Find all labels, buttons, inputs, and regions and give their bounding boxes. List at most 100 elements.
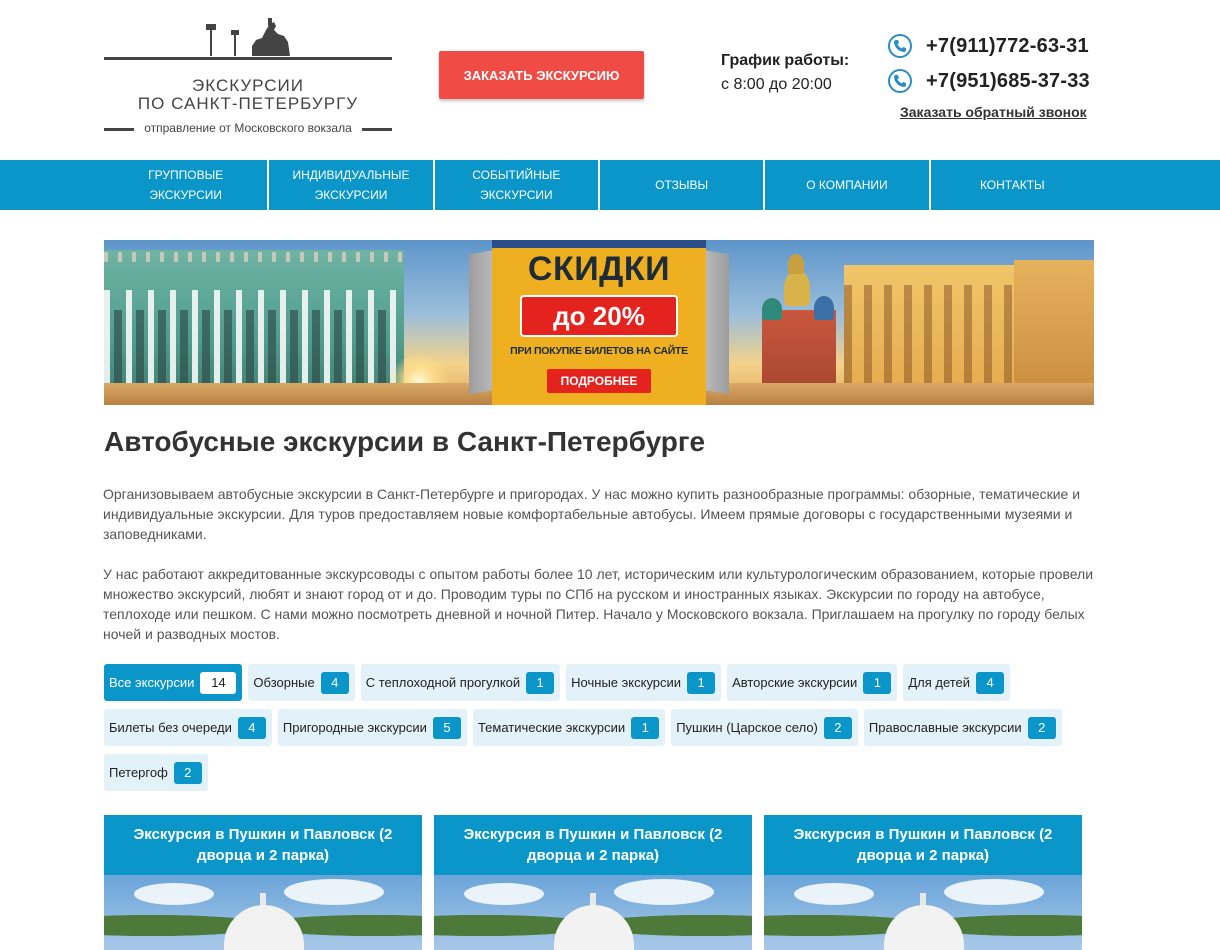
site-logo[interactable]: ЭКСКУРСИИ ПО САНКТ-ПЕТЕРБУРГУ отправлени… [104, 14, 392, 135]
church-dome [788, 254, 804, 274]
filter-chip-orthodox[interactable]: Православные экскурсии 2 [863, 709, 1062, 746]
filter-label: Православные экскурсии [868, 720, 1022, 735]
filter-label: Для детей [908, 675, 971, 690]
excursion-card[interactable]: Экскурсия в Пушкин и Павловск (2 дворца … [764, 815, 1082, 950]
filter-chip-kids[interactable]: Для детей 4 [903, 664, 1011, 701]
card-title[interactable]: Экскурсия в Пушкин и Павловск (2 дворца … [434, 815, 752, 875]
filter-chip-skip-line[interactable]: Билеты без очереди 4 [104, 709, 272, 746]
card-image[interactable] [764, 875, 1082, 950]
filter-chip-author[interactable]: Авторские экскурсии 1 [727, 664, 898, 701]
nav-label: ЭКСКУРСИИ [314, 188, 388, 202]
excursion-card[interactable]: Экскурсия в Пушкин и Павловск (2 дворца … [434, 815, 752, 950]
filter-label: Пушкин (Царское село) [676, 720, 818, 735]
card-image-pavilion [224, 905, 304, 950]
nav-label: ОТЗЫВЫ [655, 178, 709, 192]
nav-item-contacts[interactable]: КОНТАКТЫ [931, 160, 1094, 210]
filter-count-badge: 1 [526, 671, 555, 694]
card-image-cloud [134, 883, 214, 905]
church-dome [814, 296, 834, 320]
excursion-filters: Все экскурсии 14 Обзорные 4 С теплоходно… [104, 664, 1096, 799]
filter-label: Пригородные экскурсии [282, 720, 427, 735]
intro-paragraph: Организовываем автобусные экскурсии в Са… [103, 486, 1081, 542]
card-image-pavilion [884, 905, 964, 950]
card-image-cloud [284, 879, 384, 905]
filter-count-badge: 1 [687, 671, 716, 694]
filter-count-badge: 2 [823, 716, 852, 739]
card-image-cloud [614, 879, 714, 905]
filter-label: Тематические экскурсии [477, 720, 626, 735]
main-nav: ГРУППОВЫЕ ЭКСКУРСИИ ИНДИВИДУАЛЬНЫЕ ЭКСКУРС… [0, 160, 1220, 210]
filter-count-badge: 2 [1027, 716, 1056, 739]
card-title[interactable]: Экскурсия в Пушкин и Павловск (2 дворца … [764, 815, 1082, 875]
promo-title: СКИДКИ [527, 250, 671, 288]
filter-chip-night[interactable]: Ночные экскурсии 1 [566, 664, 722, 701]
promo-panel-top [492, 240, 706, 248]
filter-chip-overview[interactable]: Обзорные 4 [248, 664, 355, 701]
filter-label: Все экскурсии [109, 675, 195, 690]
excursion-card[interactable]: Экскурсия в Пушкин и Павловск (2 дворца … [104, 815, 422, 950]
logo-subtitle: отправление от Московского вокзала [144, 121, 352, 135]
filter-label: Билеты без очереди [109, 720, 232, 735]
card-image[interactable] [434, 875, 752, 950]
phone-row[interactable]: +7(911)772-63-31 [888, 32, 1098, 60]
banner-palace-image [104, 250, 404, 405]
promo-note: ПРИ ПОКУПКЕ БИЛЕТОВ НА САЙТЕ [510, 345, 688, 357]
phone-number[interactable]: +7(911)772-63-31 [926, 35, 1089, 58]
excursion-cards: Экскурсия в Пушкин и Павловск (2 дворца … [104, 815, 1094, 950]
filter-chip-boat[interactable]: С теплоходной прогулкой 1 [360, 664, 561, 701]
nav-items: ГРУППОВЫЕ ЭКСКУРСИИ ИНДИВИДУАЛЬНЫЕ ЭКСКУРС… [104, 160, 1094, 210]
schedule-title: График работы: [721, 52, 850, 69]
filter-label: С теплоходной прогулкой [365, 675, 521, 690]
filter-count-badge: 1 [863, 671, 892, 694]
filter-count-badge: 4 [237, 716, 266, 739]
nav-label: ГРУППОВЫЕ [148, 168, 224, 182]
filter-count-badge: 4 [976, 671, 1005, 694]
filter-row: Билеты без очереди 4 Пригородные экскурс… [104, 709, 1096, 746]
filter-count-badge: 5 [432, 716, 461, 739]
banner-church-image [754, 250, 844, 405]
filter-label: Петергоф [109, 765, 168, 780]
church-dome [784, 270, 810, 306]
filter-chip-thematic[interactable]: Тематические экскурсии 1 [472, 709, 666, 746]
card-image-pavilion [554, 905, 634, 950]
nav-label: ИНДИВИДУАЛЬНЫЕ [292, 168, 410, 182]
intro-paragraph: У нас работают аккредитованные экскурсов… [103, 566, 1094, 642]
filter-chip-pushkin[interactable]: Пушкин (Царское село) 2 [671, 709, 858, 746]
page-title: Автобусные экскурсии в Санкт-Петербурге [104, 426, 706, 457]
nav-label: ЭКСКУРСИИ [479, 188, 553, 202]
card-title[interactable]: Экскурсия в Пушкин и Павловск (2 дворца … [104, 815, 422, 875]
nav-label: ЭКСКУРСИИ [149, 188, 222, 202]
nav-item-group-excursions[interactable]: ГРУППОВЫЕ ЭКСКУРСИИ [104, 160, 270, 210]
logo-title-line2: ПО САНКТ-ПЕТЕРБУРГУ [137, 94, 359, 113]
logo-divider [104, 57, 392, 60]
promo-more-button[interactable]: ПОДРОБНЕЕ [547, 369, 651, 393]
nav-item-reviews[interactable]: ОТЗЫВЫ [600, 160, 766, 210]
church-dome [762, 298, 782, 320]
filter-row: Петергоф 2 [104, 754, 1096, 791]
logo-title-line1: ЭКСКУРСИИ [192, 76, 304, 95]
promo-banner[interactable]: СКИДКИ до 20% ПРИ ПОКУПКЕ БИЛЕТОВ НА САЙ… [104, 240, 1094, 405]
filter-chip-peterhof[interactable]: Петергоф 2 [104, 754, 208, 791]
phone-number[interactable]: +7(951)685-37-33 [926, 70, 1090, 93]
filter-count-badge: 14 [200, 671, 237, 694]
nav-item-about[interactable]: О КОМПАНИИ [765, 160, 931, 210]
filter-row: Все экскурсии 14 Обзорные 4 С теплоходно… [104, 664, 1096, 701]
phone-row[interactable]: +7(951)685-37-33 [888, 67, 1098, 95]
filter-label: Ночные экскурсии [571, 675, 682, 690]
filter-chip-suburban[interactable]: Пригородные экскурсии 5 [277, 709, 467, 746]
nav-label: КОНТАКТЫ [979, 178, 1045, 192]
filter-label: Обзорные [253, 675, 315, 690]
nav-label: О КОМПАНИИ [806, 178, 888, 192]
city-skyline-logo-icon [206, 18, 290, 56]
nav-item-event-excursions[interactable]: СОБЫТИЙНЫЕ ЭКСКУРСИИ [435, 160, 600, 210]
order-excursion-button[interactable]: ЗАКАЗАТЬ ЭКСКУРСИЮ [439, 51, 644, 99]
promo-discount: до 20% [520, 295, 678, 337]
filter-chip-all[interactable]: Все экскурсии 14 [104, 664, 243, 701]
callback-link[interactable]: Заказать обратный звонок [900, 104, 1087, 120]
nav-item-individual-excursions[interactable]: ИНДИВИДУАЛЬНЫЕ ЭКСКУРСИИ [269, 160, 435, 210]
card-image[interactable] [104, 875, 422, 950]
card-image-cloud [944, 879, 1044, 905]
filter-count-badge: 4 [320, 671, 349, 694]
phone-icon [888, 69, 912, 93]
filter-count-badge: 2 [173, 761, 202, 784]
